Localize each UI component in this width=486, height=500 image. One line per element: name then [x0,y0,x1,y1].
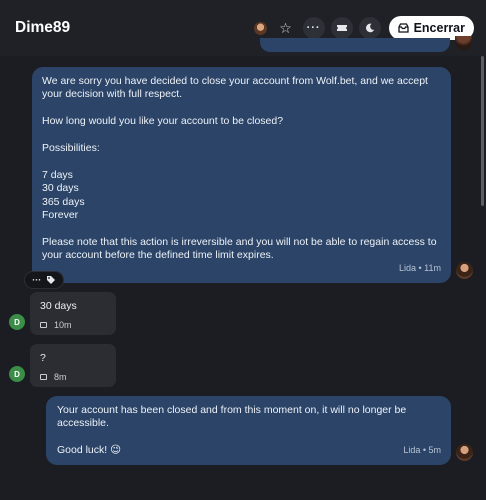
agent-avatar-small[interactable] [253,21,267,35]
ticket-icon [336,25,347,31]
scrollbar[interactable] [481,56,484,206]
message-meta: Lida • 5m [403,444,441,455]
message-meta: 8m [40,372,106,382]
user-avatar: D [9,314,25,330]
message-text: Your account has been closed and from th… [57,404,407,457]
message-text: 30 days [40,300,77,312]
message-time: 8m [54,372,67,382]
message-time: 10m [54,320,72,330]
user-message: 30 days 10m [30,292,116,335]
tag-icon[interactable] [46,275,56,285]
user-avatar: D [9,366,25,382]
star-icon[interactable]: ☆ [277,19,295,37]
user-message: ? 8m [30,344,116,387]
message-text: We are sorry you have decided to close y… [42,75,437,262]
agent-message: We are sorry you have decided to close y… [32,67,451,283]
message-meta: 10m [40,320,106,330]
chat-icon [40,374,47,380]
more-options-button[interactable]: ··· [302,17,325,39]
ellipsis-icon: ··· [306,22,321,34]
message-text: ? [40,352,46,364]
message-meta: Lida • 11m [398,262,441,273]
ticket-button[interactable] [330,17,353,39]
agent-avatar [456,444,473,461]
header-actions: ☆ ··· Encerrar [253,16,474,40]
agent-message: Your account has been closed and from th… [46,396,451,465]
previous-message-bubble [260,38,450,52]
chat-icon [40,322,47,328]
more-actions-icon[interactable]: ··· [32,275,41,285]
chat-title: Dime89 [15,19,71,36]
close-conversation-label: Encerrar [413,21,465,35]
agent-avatar [456,262,473,279]
message-context-menu: ··· [24,271,64,289]
inbox-icon [397,23,409,33]
moon-icon [365,23,374,33]
snooze-button[interactable] [358,17,381,39]
